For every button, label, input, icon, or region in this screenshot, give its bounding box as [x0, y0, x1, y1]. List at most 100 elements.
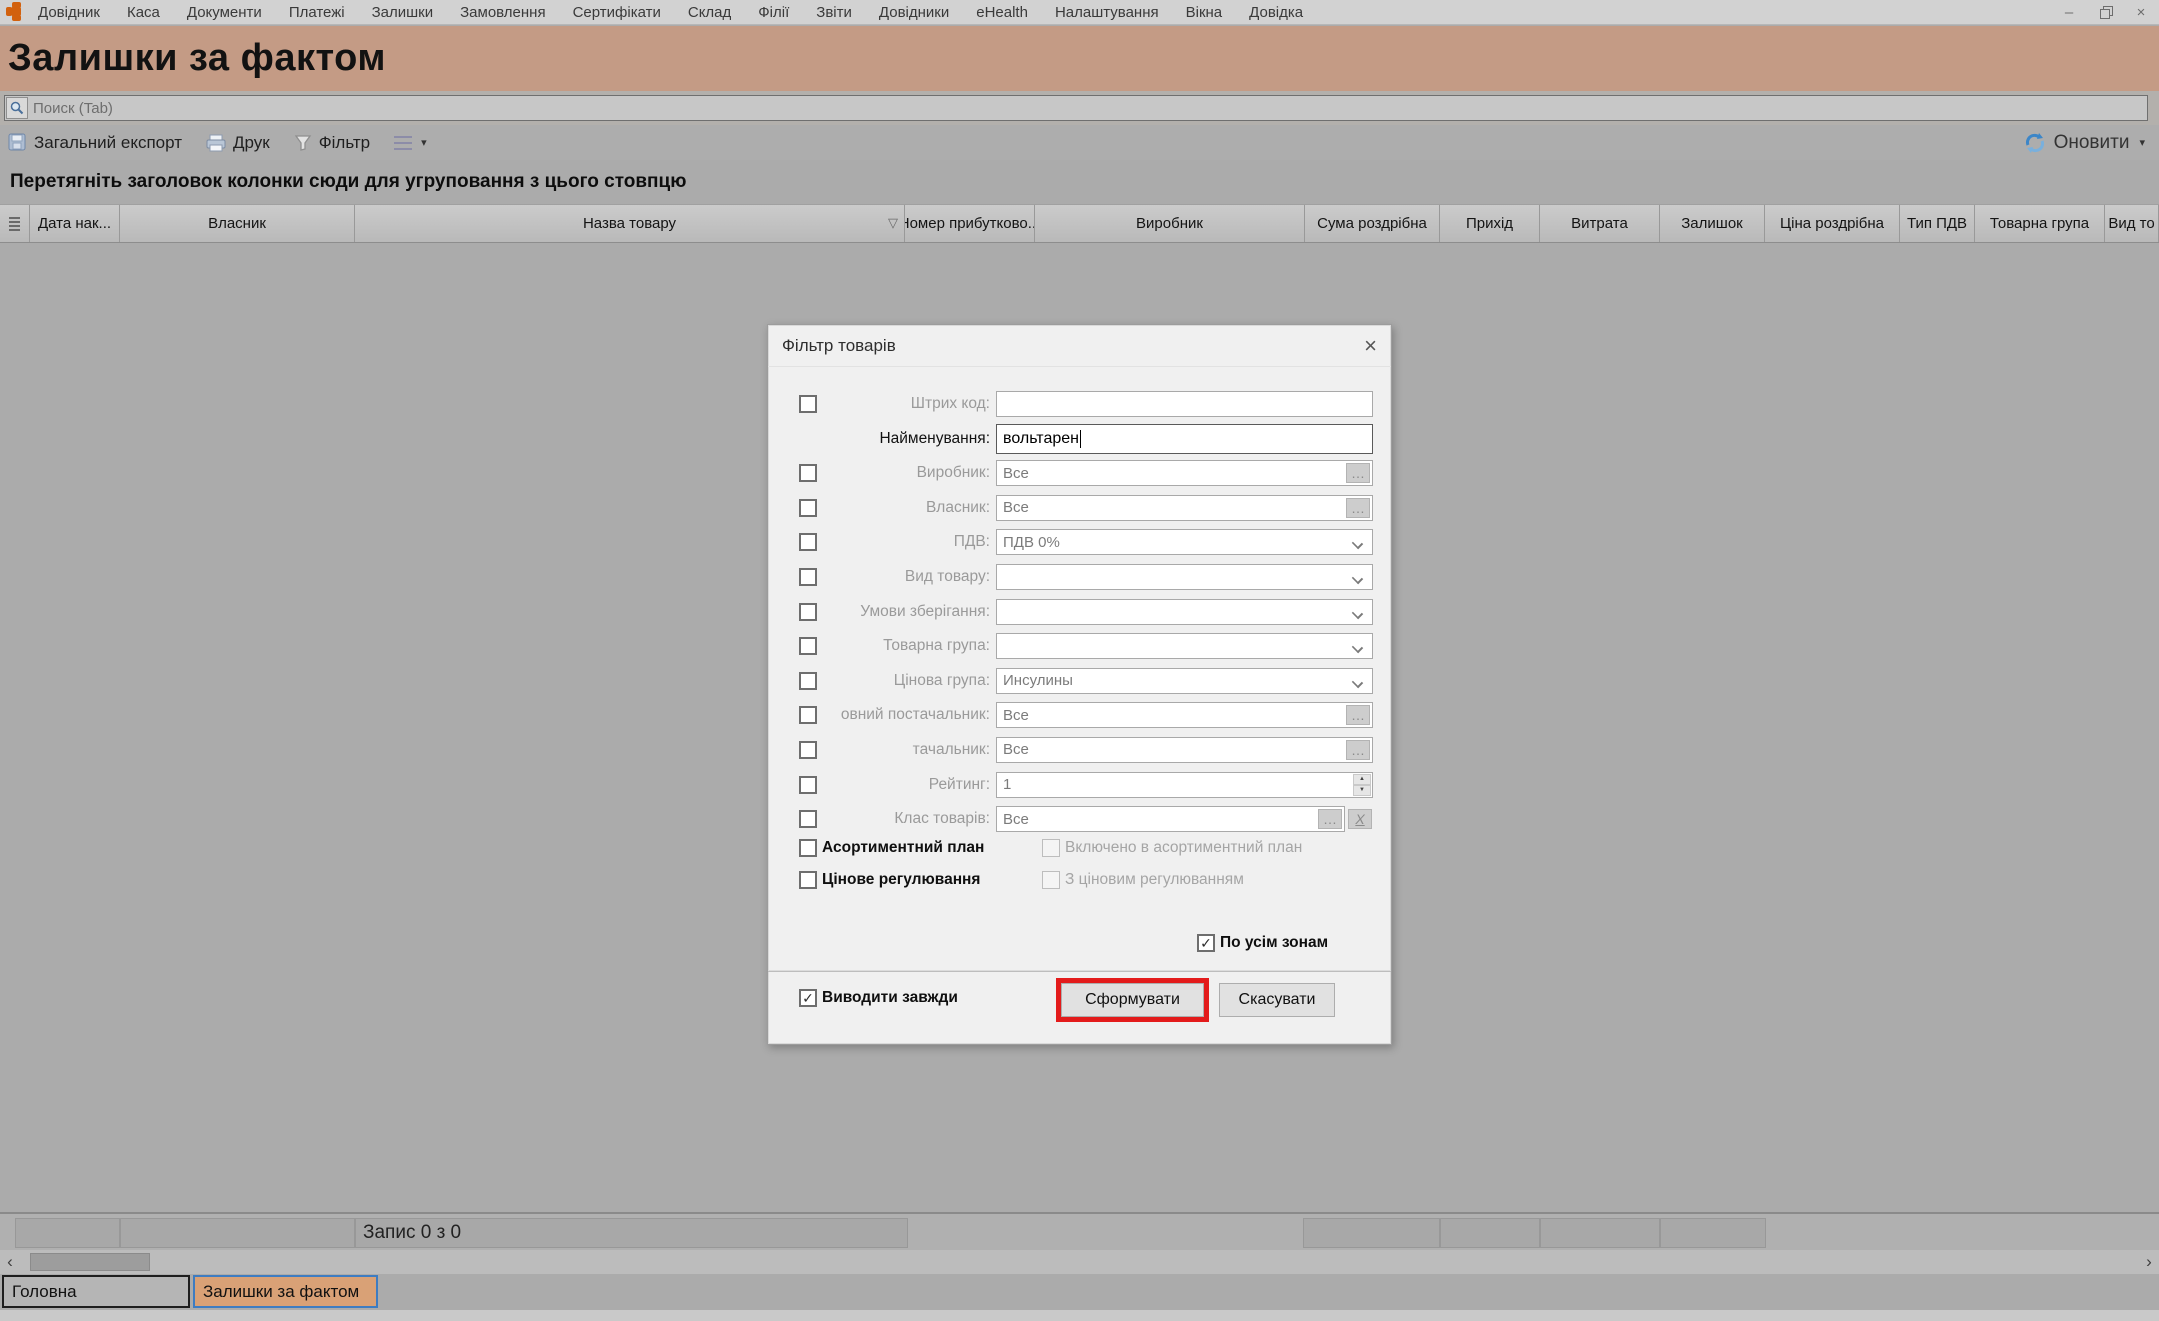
owner-lookup[interactable]: Все… [996, 495, 1373, 521]
lookup-ellipsis-button[interactable]: … [1346, 463, 1370, 483]
menu-zvity[interactable]: Звіти [816, 4, 852, 21]
column-label: Вид то [2108, 215, 2154, 232]
column-header-expense[interactable]: Витрата [1540, 205, 1660, 242]
filter-button[interactable]: Фільтр [294, 133, 370, 153]
scroll-left-button[interactable]: ‹ [0, 1250, 20, 1274]
restore-icon [2100, 6, 2111, 17]
price-regulation-checkbox[interactable] [799, 871, 817, 889]
spin-up-button[interactable]: ▲ [1353, 774, 1371, 785]
scroll-right-button[interactable]: › [2139, 1250, 2159, 1274]
field-label: Цінова група: [808, 664, 990, 699]
clear-x-button[interactable]: X [1348, 809, 1372, 829]
name-input[interactable]: вольтарен [996, 424, 1373, 454]
menu-kasa[interactable]: Каса [127, 4, 160, 21]
price-group-dropdown[interactable]: Инсулины [996, 668, 1373, 694]
menu-ehealth[interactable]: eHealth [976, 4, 1028, 21]
search-box[interactable] [4, 95, 2148, 121]
submit-highlight-box: Сформувати [1056, 978, 1209, 1022]
main-supplier-lookup[interactable]: Все… [996, 702, 1373, 728]
column-filter-icon[interactable]: ▽ [888, 215, 898, 231]
menu-sklad[interactable]: Склад [688, 4, 731, 21]
manufacturer-lookup[interactable]: Все… [996, 460, 1373, 486]
menu-filii[interactable]: Філії [758, 4, 789, 21]
column-label: Назва товару [583, 215, 676, 232]
column-header-owner[interactable]: Власник [120, 205, 355, 242]
rating-spinner[interactable]: 1 ▲ ▼ [996, 772, 1373, 798]
field-row-price-group: Цінова група: Инсулины [768, 664, 1391, 699]
check-icon: ✓ [1200, 935, 1212, 952]
field-row-rating: Рейтинг: 1 ▲ ▼ [768, 768, 1391, 803]
column-label: Прихід [1466, 215, 1513, 232]
field-value: вольтарен [1003, 430, 1079, 448]
refresh-button[interactable]: Оновити [2054, 132, 2130, 154]
menu-platezhi[interactable]: Платежі [289, 4, 345, 21]
all-zones-label: По усім зонам [1220, 934, 1328, 952]
menu-dovidnyky[interactable]: Довідники [879, 4, 949, 21]
tab-home[interactable]: Головна [2, 1275, 190, 1308]
column-header-vat-type[interactable]: Тип ПДВ [1900, 205, 1975, 242]
refresh-dropdown-arrow-icon[interactable]: ▾ [2139, 136, 2145, 149]
vat-dropdown[interactable]: ПДВ 0% [996, 529, 1373, 555]
cancel-button[interactable]: Скасувати [1219, 983, 1335, 1017]
menu-zamovlennia[interactable]: Замовлення [460, 4, 545, 21]
menu-dovidka[interactable]: Довідка [1249, 4, 1303, 21]
column-header-balance[interactable]: Залишок [1660, 205, 1765, 242]
dialog-close-icon[interactable]: × [1364, 336, 1377, 356]
with-price-regulation-option: З ціновим регулюванням [1042, 871, 1244, 893]
field-row-barcode: Штрих код: [768, 387, 1391, 422]
minimize-button[interactable]: – [2061, 0, 2077, 25]
funnel-icon [294, 134, 312, 152]
filter-label: Фільтр [319, 133, 370, 153]
menu-dovidnyk[interactable]: Довідник [38, 4, 100, 21]
column-header-retail-sum[interactable]: Сума роздрібна [1305, 205, 1440, 242]
search-icon [6, 97, 28, 119]
menu-vikna[interactable]: Вікна [1186, 4, 1223, 21]
column-header-income[interactable]: Прихід [1440, 205, 1540, 242]
product-group-dropdown[interactable] [996, 633, 1373, 659]
column-header-selector[interactable] [0, 205, 30, 242]
supplier-lookup[interactable]: Все… [996, 737, 1373, 763]
included-in-plan-option: Включено в асортиментний план [1042, 839, 1302, 861]
close-button[interactable]: × [2133, 0, 2149, 25]
print-button[interactable]: Друк [206, 133, 270, 153]
horizontal-scrollbar[interactable]: ‹ › [0, 1250, 2159, 1274]
menu-sertyfikaty[interactable]: Сертифікати [573, 4, 661, 21]
filter-dialog: Фільтр товарів × Штрих код: Найменування… [767, 324, 1392, 1045]
submit-button[interactable]: Сформувати [1061, 983, 1204, 1017]
column-header-product-kind[interactable]: Вид то [2105, 205, 2159, 242]
lookup-ellipsis-button[interactable]: … [1346, 705, 1370, 725]
field-label: Штрих код: [808, 387, 990, 422]
field-row-product-kind: Вид товару: [768, 560, 1391, 595]
menu-dokumenty[interactable]: Документи [187, 4, 262, 21]
lookup-ellipsis-button[interactable]: … [1346, 740, 1370, 760]
product-kind-dropdown[interactable] [996, 564, 1373, 590]
restore-button[interactable] [2097, 0, 2113, 25]
column-header-date[interactable]: Дата нак... [30, 205, 120, 242]
column-header-retail-price[interactable]: Ціна роздрібна [1765, 205, 1900, 242]
lookup-ellipsis-button[interactable]: … [1318, 809, 1342, 829]
refresh-icon[interactable] [2024, 132, 2046, 154]
column-label: Дата нак... [38, 215, 111, 232]
field-label: ПДВ: [808, 525, 990, 560]
tab-zalyshky-za-faktom[interactable]: Залишки за фактом [193, 1275, 378, 1308]
field-row-main-supplier: овний постачальник: Все… [768, 698, 1391, 733]
storage-conditions-dropdown[interactable] [996, 599, 1373, 625]
column-header-product-group[interactable]: Товарна група [1975, 205, 2105, 242]
column-header-product-name[interactable]: Назва товару ▽ [355, 205, 905, 242]
all-zones-checkbox[interactable]: ✓ [1197, 934, 1215, 952]
column-header-manufacturer[interactable]: Виробник [1035, 205, 1305, 242]
barcode-input[interactable] [996, 391, 1373, 417]
scrollbar-thumb[interactable] [30, 1253, 150, 1271]
lookup-ellipsis-button[interactable]: … [1346, 498, 1370, 518]
menu-zalyshky[interactable]: Залишки [372, 4, 434, 21]
menu-nalashtuvannia[interactable]: Налаштування [1055, 4, 1159, 21]
spin-down-button[interactable]: ▼ [1353, 785, 1371, 796]
view-options-button[interactable]: ▾ [394, 136, 427, 150]
export-button[interactable]: Загальний експорт [8, 133, 182, 153]
product-class-lookup[interactable]: Все…X [996, 806, 1345, 832]
column-header-invoice-number[interactable]: Номер прибутково... [905, 205, 1035, 242]
assortment-plan-checkbox[interactable] [799, 839, 817, 857]
dialog-titlebar[interactable]: Фільтр товарів × [768, 325, 1391, 367]
search-input[interactable] [28, 96, 2147, 120]
always-show-checkbox[interactable]: ✓ [799, 989, 817, 1007]
